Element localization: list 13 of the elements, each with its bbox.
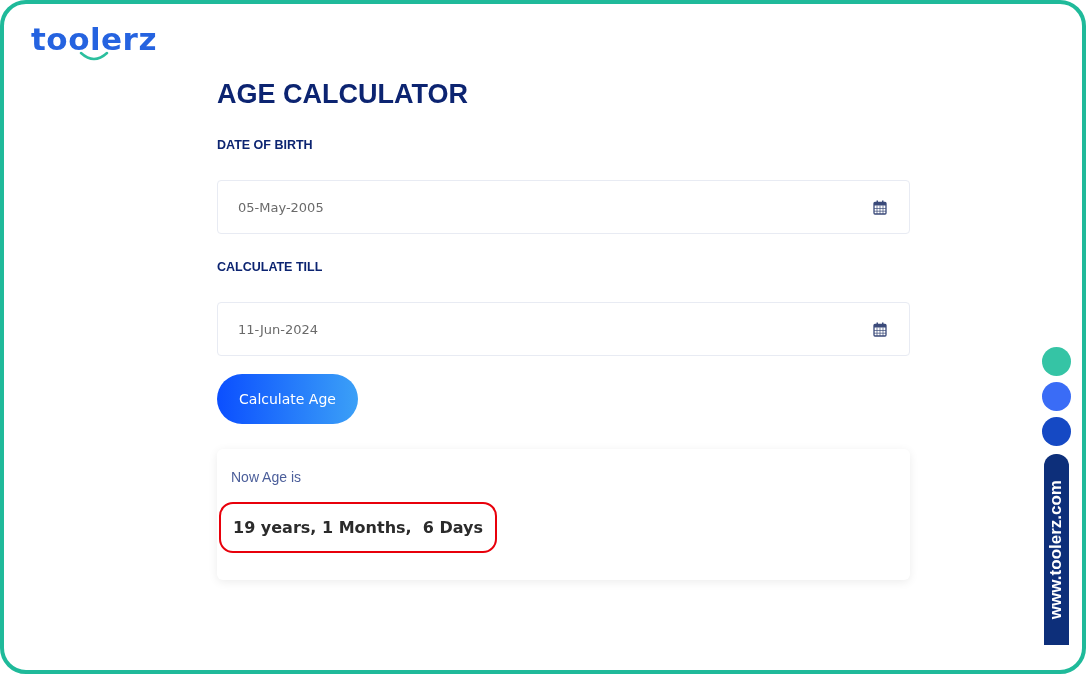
result-label: Now Age is	[231, 469, 302, 485]
page-title: AGE CALCULATOR	[217, 79, 469, 110]
date-field[interactable]: 11-Jun-2024	[217, 302, 910, 356]
field-label: CALCULATE TILL	[217, 260, 324, 274]
result-value: 19 years, 1 Months, 6 Days	[219, 502, 497, 553]
logo-text[interactable]: toolerz	[31, 24, 157, 55]
calendar-icon[interactable]	[873, 199, 887, 215]
calendar-icon[interactable]	[873, 321, 887, 337]
field-label: DATE OF BIRTH	[217, 138, 314, 152]
calculate-button[interactable]: Calculate Age	[217, 374, 358, 424]
date-field[interactable]: 05-May-2005	[217, 180, 910, 234]
smile-icon	[79, 51, 109, 61]
site-url: www.toolerz.com	[1046, 479, 1066, 620]
